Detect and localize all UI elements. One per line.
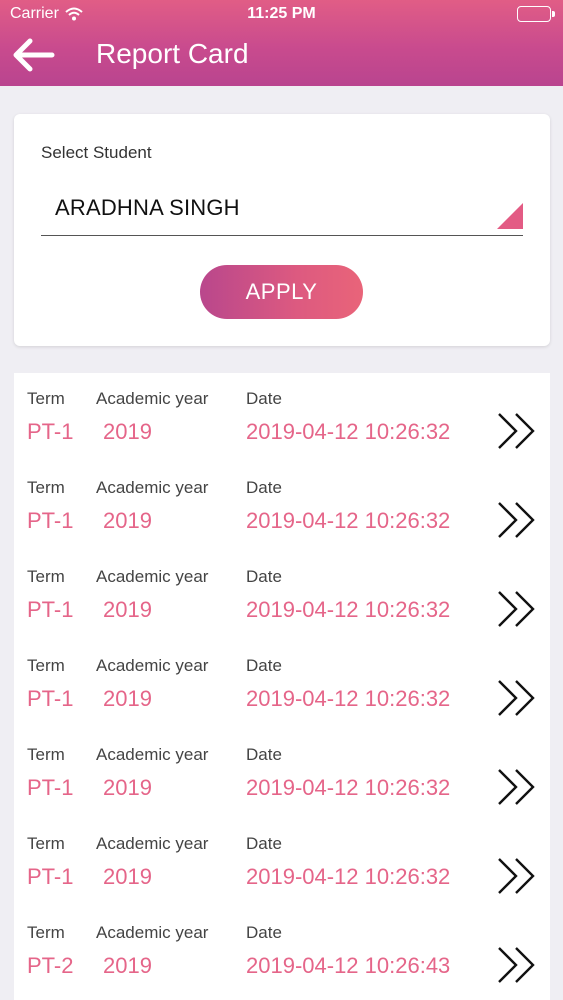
report-row[interactable]: Term Academic year Date PT-1 2019 2019-04-12 … [14,729,550,818]
apply-button[interactable]: APPLY [200,265,363,319]
academic-year-value: 2019 [103,508,152,533]
app-header: Carrier 11:25 PM Report Card [0,0,563,86]
double-chevron-right-icon[interactable] [496,856,538,896]
report-row[interactable]: Term Academic year Date PT-1 2019 2019-04-12 … [14,551,550,640]
status-time: 11:25 PM [247,5,316,22]
date-value: 2019-04-12 10:26:32 [246,775,451,800]
term-value: PT-1 [27,419,74,444]
term-label: Term [27,389,65,408]
report-row[interactable]: Term Academic year Date PT-2 2019 2019-04-12 … [14,907,550,996]
student-select-card: Select Student ARADHNA SINGH APPLY [14,114,550,346]
term-value: PT-1 [27,597,74,622]
report-row[interactable]: Term Academic year Date PT-1 2019 2019-04-12 … [14,373,550,462]
double-chevron-right-icon[interactable] [496,678,538,718]
double-chevron-right-icon[interactable] [496,945,538,985]
student-dropdown[interactable]: ARADHNA SINGH [41,186,523,236]
date-label: Date [246,656,282,675]
double-chevron-right-icon[interactable] [496,589,538,629]
report-row[interactable]: Term Academic year Date PT-1 2019 2019-04-12 … [14,818,550,907]
report-card-list: Term Academic year Date PT-1 2019 2019-04-12 … [14,373,550,1000]
double-chevron-right-icon[interactable] [496,411,538,451]
term-label: Term [27,834,65,853]
term-value: PT-2 [27,953,74,978]
dropdown-triangle-icon [497,203,523,229]
term-value: PT-1 [27,775,74,800]
academic-year-label: Academic year [96,389,209,408]
select-student-label: Select Student [41,143,152,162]
back-arrow-icon [13,38,55,72]
double-chevron-right-icon[interactable] [496,767,538,807]
academic-year-label: Academic year [96,834,209,853]
academic-year-value: 2019 [103,953,152,978]
report-row[interactable]: Term Academic year Date PT-1 2019 2019-04-12 … [14,640,550,729]
double-chevron-right-icon[interactable] [496,500,538,540]
academic-year-value: 2019 [103,597,152,622]
academic-year-value: 2019 [103,864,152,889]
academic-year-value: 2019 [103,775,152,800]
term-label: Term [27,923,65,942]
date-value: 2019-04-12 10:26:32 [246,597,451,622]
back-button[interactable] [12,36,56,74]
report-row[interactable]: Term Academic year Date PT-1 2019 2019-04-12 … [14,462,550,551]
term-value: PT-1 [27,508,74,533]
academic-year-value: 2019 [103,686,152,711]
term-value: PT-1 [27,864,74,889]
academic-year-label: Academic year [96,923,209,942]
academic-year-label: Academic year [96,567,209,586]
date-label: Date [246,745,282,764]
term-label: Term [27,567,65,586]
page-title: Report Card [96,38,249,69]
date-label: Date [246,478,282,497]
academic-year-value: 2019 [103,419,152,444]
term-label: Term [27,745,65,764]
date-value: 2019-04-12 10:26:32 [246,508,451,533]
academic-year-label: Academic year [96,745,209,764]
date-label: Date [246,923,282,942]
status-bar: Carrier 11:25 PM [0,0,563,30]
date-label: Date [246,834,282,853]
term-label: Term [27,478,65,497]
term-value: PT-1 [27,686,74,711]
term-label: Term [27,656,65,675]
academic-year-label: Academic year [96,656,209,675]
date-label: Date [246,389,282,408]
date-value: 2019-04-12 10:26:32 [246,686,451,711]
date-value: 2019-04-12 10:26:43 [246,953,451,978]
academic-year-label: Academic year [96,478,209,497]
date-value: 2019-04-12 10:26:32 [246,419,451,444]
date-label: Date [246,567,282,586]
date-value: 2019-04-12 10:26:32 [246,864,451,889]
selected-student: ARADHNA SINGH [55,195,240,220]
battery-icon [517,6,555,22]
